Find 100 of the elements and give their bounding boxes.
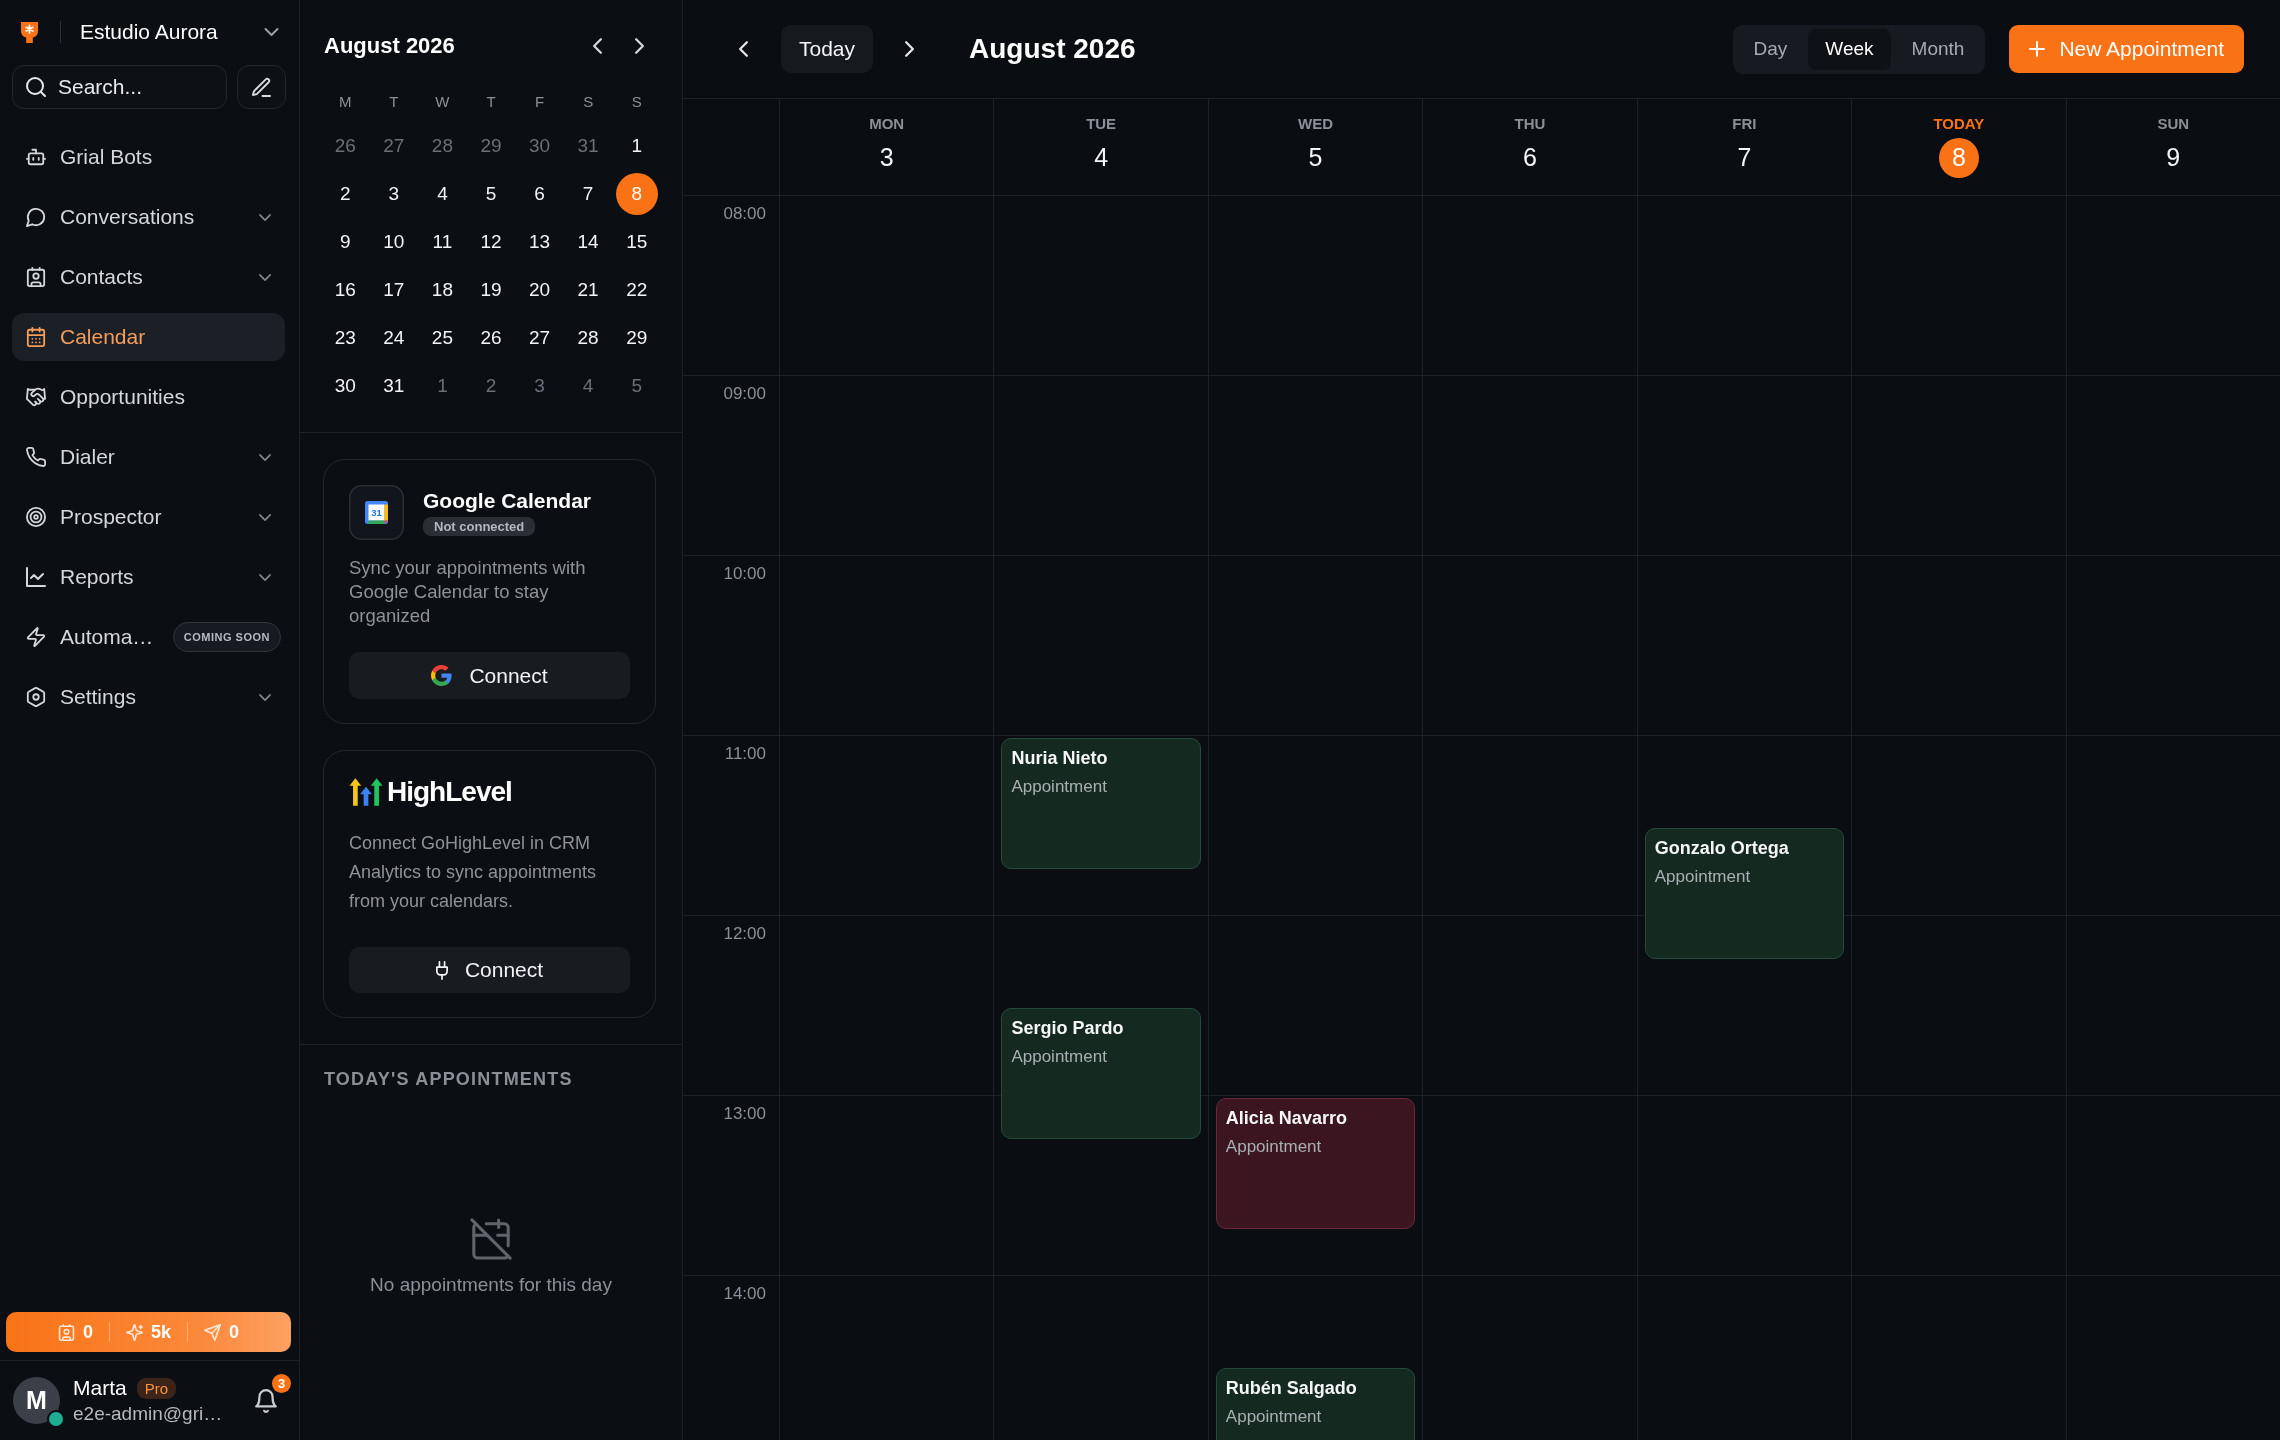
calendar-day[interactable]: 24 bbox=[372, 317, 415, 359]
calendar-day[interactable]: 31 bbox=[372, 365, 415, 407]
view-tab[interactable]: Week bbox=[1808, 28, 1891, 70]
weekday-name: SUN bbox=[2157, 114, 2190, 132]
calendar-day[interactable]: 21 bbox=[567, 269, 610, 311]
notification-count-badge: 3 bbox=[272, 1373, 291, 1393]
weekday-name: TUE bbox=[1086, 114, 1117, 132]
appointment-name: Gonzalo Ortega bbox=[1654, 838, 1789, 859]
calendar-day[interactable]: 9 bbox=[324, 221, 367, 263]
day-number: 4 bbox=[1093, 142, 1110, 173]
calendar-day[interactable]: 12 bbox=[470, 221, 512, 263]
weekday-name: MON bbox=[869, 114, 905, 132]
calendar-day[interactable]: 20 bbox=[518, 269, 561, 311]
calendar-day[interactable]: 2 bbox=[470, 365, 512, 407]
appointment-card[interactable]: Rubén Salgado Appointment bbox=[1215, 1368, 1416, 1440]
nav-item[interactable]: Conversations bbox=[12, 193, 285, 241]
calendar-day[interactable]: 7 bbox=[567, 173, 610, 215]
status-badge: Not connected bbox=[423, 517, 536, 536]
nav-item[interactable]: Opportunities bbox=[12, 373, 285, 421]
robot-icon bbox=[25, 147, 46, 167]
calendar-day[interactable]: 16 bbox=[324, 269, 367, 311]
time-label: 11:00 bbox=[724, 744, 766, 764]
compose-button[interactable] bbox=[237, 65, 286, 109]
calendar-day[interactable]: 27 bbox=[518, 317, 561, 359]
appointment-card[interactable]: Alicia Navarro Appointment bbox=[1215, 1098, 1416, 1229]
appointment-card[interactable]: Gonzalo Ortega Appointment bbox=[1644, 828, 1845, 959]
target-icon bbox=[25, 507, 46, 527]
today-button[interactable]: Today bbox=[781, 25, 874, 73]
appointment-card[interactable]: Sergio Pardo Appointment bbox=[1001, 1008, 1201, 1139]
calendar-day[interactable]: 29 bbox=[615, 317, 658, 359]
calendar-day[interactable]: 30 bbox=[518, 125, 561, 167]
calendar-day[interactable]: 13 bbox=[518, 221, 561, 263]
line-chart-icon bbox=[25, 567, 46, 587]
calendar-day[interactable]: 1 bbox=[421, 365, 464, 407]
workspace-switcher[interactable]: Estudio Aurora bbox=[80, 14, 279, 50]
stat-value: 5k bbox=[151, 1321, 171, 1343]
time-label: 09:00 bbox=[723, 384, 766, 404]
time-label: 08:00 bbox=[723, 204, 766, 224]
nav-item[interactable]: Calendar bbox=[12, 313, 285, 361]
appointment-name: Rubén Salgado bbox=[1225, 1378, 1357, 1399]
stat-value: 0 bbox=[82, 1321, 93, 1343]
calendar-day[interactable]: 2 bbox=[324, 173, 367, 215]
calendar-day[interactable]: 23 bbox=[324, 317, 367, 359]
time-label: 10:00 bbox=[723, 564, 766, 584]
week-title: August 2026 bbox=[969, 33, 1136, 65]
calendar-day[interactable]: 31 bbox=[567, 125, 610, 167]
weekday-label: S bbox=[630, 91, 643, 112]
calendar-day[interactable]: 26 bbox=[324, 125, 367, 167]
coming-soon-badge: COMING SOON bbox=[172, 622, 281, 652]
nav-item[interactable]: Prospector bbox=[12, 493, 285, 541]
plus-icon bbox=[2029, 41, 2046, 57]
chevron-left-icon bbox=[592, 38, 602, 54]
calendar-day[interactable]: 17 bbox=[372, 269, 415, 311]
calendar-day[interactable]: 22 bbox=[615, 269, 658, 311]
view-tab[interactable]: Month bbox=[1894, 28, 1982, 70]
calendar-day[interactable]: 28 bbox=[421, 125, 464, 167]
nav-item[interactable]: Automa… COMING SOON bbox=[12, 613, 285, 661]
calendar-day[interactable]: 5 bbox=[615, 365, 658, 407]
calendar-day[interactable]: 18 bbox=[421, 269, 464, 311]
connect-button[interactable]: Connect bbox=[349, 947, 630, 993]
nav-item[interactable]: Contacts bbox=[12, 253, 285, 301]
calendar-day[interactable]: 27 bbox=[372, 125, 415, 167]
calendar-day[interactable]: 29 bbox=[470, 125, 512, 167]
contact-card-icon bbox=[57, 1323, 75, 1341]
pencil-icon bbox=[252, 77, 271, 97]
integration-title: HighLevel bbox=[387, 776, 512, 808]
time-label: 12:00 bbox=[723, 924, 766, 944]
nav-item[interactable]: Reports bbox=[12, 553, 285, 601]
integration-description: Connect GoHighLevel in CRM Analytics to sync appointments from your calendars. bbox=[349, 832, 598, 913]
calendar-day[interactable]: 3 bbox=[372, 173, 415, 215]
weekday-label: M bbox=[338, 91, 353, 112]
calendar-day[interactable]: 10 bbox=[372, 221, 415, 263]
nav-item[interactable]: Grial Bots bbox=[12, 133, 285, 181]
calendar-day[interactable]: 5 bbox=[470, 173, 512, 215]
search-field[interactable]: Search... bbox=[12, 65, 227, 109]
appointment-type: Appointment bbox=[1011, 1047, 1107, 1067]
nav-item[interactable]: Settings bbox=[12, 673, 285, 721]
appointment-type: Appointment bbox=[1225, 1407, 1322, 1427]
nav-item[interactable]: Dialer bbox=[12, 433, 285, 481]
calendar-day[interactable]: 6 bbox=[518, 173, 561, 215]
calendar-day[interactable]: 19 bbox=[470, 269, 512, 311]
appointment-card[interactable]: Nuria Nieto Appointment bbox=[1001, 738, 1201, 869]
calendar-icon bbox=[25, 327, 46, 347]
calendar-day[interactable]: 15 bbox=[615, 221, 658, 263]
user-email: e2e-admin@gri… bbox=[73, 1403, 224, 1425]
calendar-day[interactable]: 26 bbox=[470, 317, 512, 359]
calendar-day[interactable]: 28 bbox=[567, 317, 610, 359]
connect-button[interactable]: Connect bbox=[349, 652, 630, 699]
day-number: 5 bbox=[1307, 142, 1324, 173]
calendar-day[interactable]: 25 bbox=[421, 317, 464, 359]
calendar-day[interactable]: 14 bbox=[567, 221, 610, 263]
calendar-day[interactable]: 4 bbox=[567, 365, 610, 407]
calendar-app-icon: 31 bbox=[349, 485, 404, 540]
weekday-label: S bbox=[582, 91, 595, 112]
calendar-day[interactable]: 3 bbox=[518, 365, 561, 407]
calendar-day[interactable]: 1 bbox=[615, 125, 658, 167]
calendar-day[interactable]: 4 bbox=[421, 173, 464, 215]
calendar-day[interactable]: 11 bbox=[421, 221, 464, 263]
view-tab[interactable]: Day bbox=[1736, 28, 1805, 70]
calendar-day[interactable]: 30 bbox=[324, 365, 367, 407]
